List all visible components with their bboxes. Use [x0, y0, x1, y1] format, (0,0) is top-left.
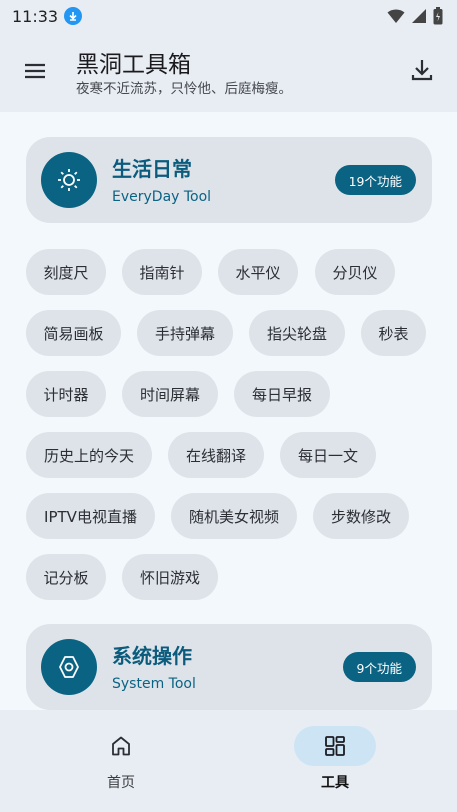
sun-icon [41, 152, 97, 208]
nav-label-home: 首页 [107, 775, 135, 791]
status-bar: 11:33 [0, 0, 457, 32]
grid-icon [325, 736, 345, 756]
menu-button[interactable] [22, 58, 48, 84]
bottom-navigation: 首页 工具 [0, 710, 457, 812]
download-button[interactable] [409, 57, 435, 83]
nav-home[interactable]: 首页 [71, 726, 171, 796]
chip-stopwatch[interactable]: 秒表 [361, 310, 426, 356]
section-card-system[interactable]: 系统操作 System Tool 9个功能 [26, 624, 432, 710]
nav-tools[interactable]: 工具 [285, 726, 385, 796]
chip-ruler[interactable]: 刻度尺 [26, 249, 106, 295]
section-subtitle: EveryDay Tool [112, 189, 212, 205]
tools-content[interactable]: 生活日常 EveryDay Tool 19个功能 刻度尺 指南针 水平仪 分贝仪… [0, 112, 457, 710]
status-time: 11:33 [12, 6, 59, 26]
chip-level[interactable]: 水平仪 [218, 249, 298, 295]
chip-drawing-board[interactable]: 简易画板 [26, 310, 121, 356]
chip-iptv-live[interactable]: IPTV电视直播 [26, 493, 155, 539]
chip-daily-article[interactable]: 每日一文 [280, 432, 376, 478]
home-icon [112, 736, 130, 756]
chip-timer[interactable]: 计时器 [26, 371, 106, 417]
app-title: 黑洞工具箱 [76, 52, 191, 78]
app-subtitle: 夜寒不近流苏，只怜他、后庭梅瘦。 [76, 81, 292, 97]
feature-count-badge: 19个功能 [334, 165, 416, 195]
chip-retro-games[interactable]: 怀旧游戏 [122, 554, 218, 600]
chip-history-today[interactable]: 历史上的今天 [26, 432, 152, 478]
download-icon [411, 60, 433, 81]
chip-step-modify[interactable]: 步数修改 [313, 493, 409, 539]
section-subtitle: System Tool [112, 676, 196, 692]
chip-random-video[interactable]: 随机美女视频 [171, 493, 297, 539]
battery-icon [433, 7, 443, 25]
wifi-icon [387, 9, 405, 23]
chip-time-screen[interactable]: 时间屏幕 [122, 371, 218, 417]
nav-label-tools: 工具 [321, 775, 349, 791]
feature-count-badge: 9个功能 [342, 652, 416, 682]
section-card-everyday[interactable]: 生活日常 EveryDay Tool 19个功能 [26, 137, 432, 223]
section-title: 系统操作 [112, 644, 192, 668]
chip-decibel[interactable]: 分贝仪 [315, 249, 395, 295]
menu-icon [25, 63, 45, 79]
app-bar: 黑洞工具箱 夜寒不近流苏，只怜他、后庭梅瘦。 [0, 32, 457, 112]
gear-icon [41, 639, 97, 695]
signal-icon [412, 9, 426, 23]
chip-online-translate[interactable]: 在线翻译 [168, 432, 264, 478]
section-title: 生活日常 [112, 157, 192, 181]
chip-finger-roulette[interactable]: 指尖轮盘 [249, 310, 345, 356]
chip-scoreboard[interactable]: 记分板 [26, 554, 106, 600]
chip-compass[interactable]: 指南针 [122, 249, 202, 295]
chip-daily-news[interactable]: 每日早报 [234, 371, 330, 417]
download-notification-icon [64, 7, 83, 25]
chip-handheld-danmaku[interactable]: 手持弹幕 [137, 310, 233, 356]
